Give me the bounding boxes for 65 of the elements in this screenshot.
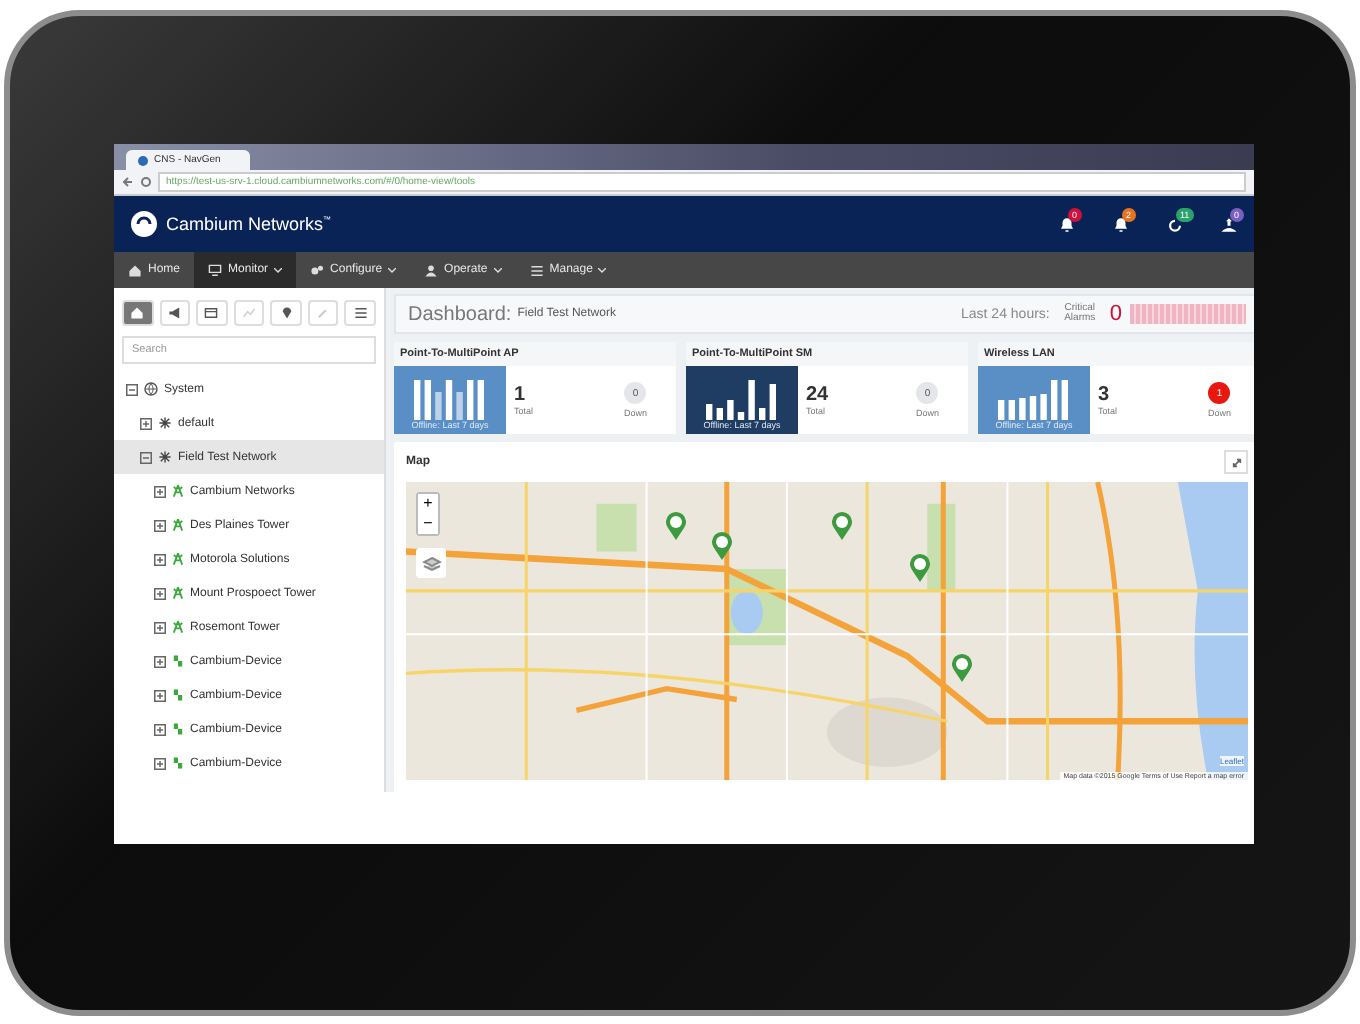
layers-button[interactable]: [416, 548, 446, 578]
megaphone-icon: [167, 306, 182, 320]
expand-icon[interactable]: [154, 757, 166, 769]
tower-icon: [172, 484, 184, 498]
device-icon: [172, 722, 184, 736]
expand-icon: [1231, 457, 1241, 467]
chart-icon: [242, 306, 257, 320]
expand-icon[interactable]: [154, 485, 166, 497]
expand-icon[interactable]: [154, 519, 166, 531]
expand-icon[interactable]: [154, 689, 166, 701]
wrench-icon: [316, 306, 331, 320]
toolbar-button[interactable]: [344, 300, 377, 326]
collapse-icon[interactable]: [140, 451, 152, 463]
pin-icon: [279, 306, 294, 320]
map-marker-icon[interactable]: [832, 512, 852, 540]
map-marker-icon[interactable]: [952, 654, 972, 682]
list-icon: [353, 306, 368, 320]
bell-icon[interactable]: [1058, 215, 1076, 233]
bar-sparkline-drawing: [702, 380, 782, 420]
map-marker-icon[interactable]: [666, 512, 686, 540]
device-icon: [172, 756, 184, 770]
expand-icon[interactable]: [154, 553, 166, 565]
alarm-history-bar: [1130, 304, 1246, 324]
total-count: 3: [1098, 384, 1110, 406]
expand-icon[interactable]: [154, 655, 166, 667]
monitor-icon: [208, 263, 223, 277]
device-icon: [172, 654, 184, 668]
network-icon: [158, 416, 172, 430]
expand-button[interactable]: [1224, 450, 1248, 474]
expand-icon[interactable]: [154, 723, 166, 735]
gears-icon: [310, 263, 325, 277]
bell-icon[interactable]: [1112, 215, 1130, 233]
logo-icon: [130, 210, 158, 238]
map-marker-icon[interactable]: [712, 532, 732, 560]
layers-icon: [421, 555, 441, 571]
dashboard-title: Dashboard:: [408, 303, 512, 325]
expand-icon[interactable]: [154, 587, 166, 599]
refresh-icon[interactable]: [1166, 215, 1184, 233]
total-count: 24: [806, 384, 829, 406]
alarms-count: 0: [1109, 302, 1122, 326]
back-icon[interactable]: [122, 176, 134, 188]
toolbar-button[interactable]: [159, 300, 191, 326]
device-icon: [172, 688, 184, 702]
collapse-icon[interactable]: [126, 383, 138, 395]
home-icon: [130, 306, 145, 320]
total-count: 1: [514, 384, 526, 406]
expand-icon[interactable]: [154, 621, 166, 633]
toolbar-button[interactable]: [122, 300, 154, 326]
tower-icon: [172, 518, 184, 532]
toolbar-button[interactable]: [196, 300, 228, 326]
map-marker-icon[interactable]: [910, 554, 930, 582]
expand-icon[interactable]: [140, 417, 152, 429]
network-icon: [158, 450, 172, 464]
card-icon: [204, 306, 219, 320]
list-icon: [529, 263, 544, 277]
reload-icon[interactable]: [140, 176, 152, 188]
tower-icon: [172, 586, 184, 600]
bar-sparkline-drawing: [410, 380, 490, 420]
tower-icon: [172, 620, 184, 634]
user-icon: [424, 263, 439, 277]
bar-sparkline-drawing: [994, 380, 1074, 420]
user-upload-icon[interactable]: [1220, 215, 1238, 233]
home-icon: [128, 263, 142, 277]
tower-icon: [172, 552, 184, 566]
toolbar-button[interactable]: [270, 300, 302, 326]
